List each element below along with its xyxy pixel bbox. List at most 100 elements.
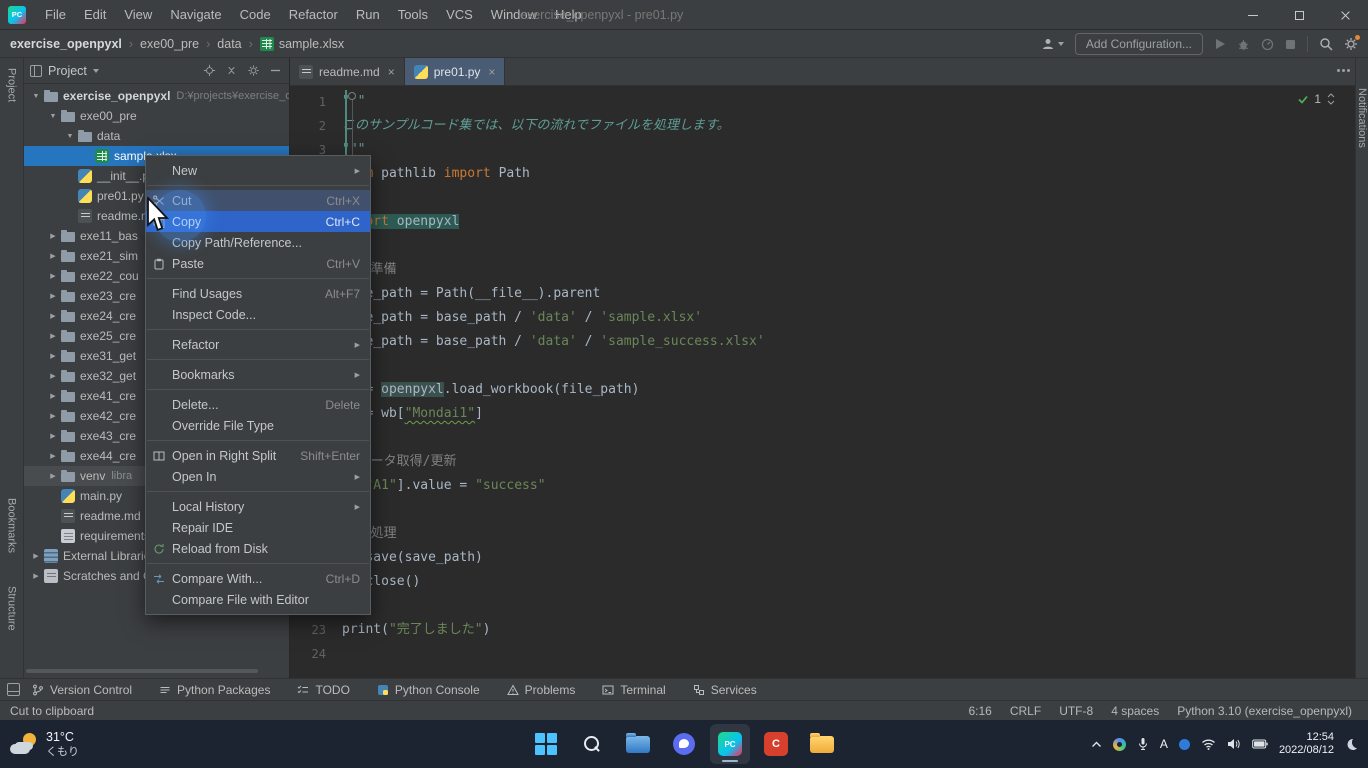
menu-refactor[interactable]: Refactor [280, 0, 347, 30]
debug-button[interactable] [1237, 38, 1250, 51]
ime-indicator[interactable]: A [1160, 737, 1168, 751]
menu-navigate[interactable]: Navigate [161, 0, 230, 30]
breadcrumb-item-exercise-openpyxl[interactable]: exercise_openpyxl [10, 37, 122, 51]
code-line[interactable]: 14ws = wb["Mondai1"] [290, 402, 1343, 426]
menu-tools[interactable]: Tools [389, 0, 437, 30]
taskbar-search-button[interactable] [572, 724, 612, 764]
taskbar-clock[interactable]: 12:54 2022/08/12 [1279, 731, 1334, 758]
code-line[interactable]: 10file_path = base_path / 'data' / 'samp… [290, 306, 1343, 330]
code-line[interactable]: 6import openpyxl [290, 210, 1343, 234]
menu-edit[interactable]: Edit [75, 0, 115, 30]
context-menu-item-compare-with[interactable]: Compare With...Ctrl+D [146, 568, 370, 589]
profiler-button[interactable] [1261, 38, 1274, 51]
menu-view[interactable]: View [115, 0, 161, 30]
code-line[interactable]: 1""" [290, 90, 1343, 114]
taskbar-files-button[interactable] [802, 724, 842, 764]
taskbar-explorer-button[interactable] [618, 724, 658, 764]
panel-settings-button[interactable] [245, 63, 261, 79]
stripe-project-button[interactable]: Project [6, 68, 18, 102]
tab-readme-md[interactable]: readme.md× [290, 58, 405, 85]
volume-icon[interactable] [1227, 738, 1241, 750]
taskbar-pycharm-button[interactable]: PC [710, 724, 750, 764]
menu-run[interactable]: Run [347, 0, 389, 30]
taskbar-chat-button[interactable] [664, 724, 704, 764]
run-configuration-select[interactable]: Add Configuration... [1075, 33, 1203, 55]
toolwindow-services[interactable]: Services [693, 683, 757, 697]
code-line[interactable]: 8# 前準備 [290, 258, 1343, 282]
context-menu-item-new[interactable]: New▶ [146, 160, 370, 181]
chevron-down-icon[interactable] [93, 69, 99, 73]
stop-button[interactable] [1285, 39, 1296, 50]
status-crlf[interactable]: CRLF [1010, 704, 1041, 718]
wifi-icon[interactable] [1201, 738, 1216, 750]
close-button[interactable] [1322, 0, 1368, 30]
code-line[interactable]: 5 [290, 186, 1343, 210]
tree-item-exe00-pre[interactable]: ▼exe00_pre [24, 106, 289, 126]
taskbar-app-c-button[interactable]: C [756, 724, 796, 764]
context-menu-item-open-in-right-split[interactable]: Open in Right SplitShift+Enter [146, 445, 370, 466]
maximize-button[interactable] [1276, 0, 1322, 30]
focus-assist-moon-icon[interactable] [1345, 738, 1358, 751]
code-line[interactable]: 24 [290, 642, 1343, 666]
stripe-notifications-button[interactable]: Notifications [1356, 88, 1368, 148]
weather-widget[interactable]: 31°C くもり [10, 720, 79, 768]
code-line[interactable]: 18 [290, 498, 1343, 522]
tray-expand-button[interactable] [1091, 741, 1102, 748]
inspections-widget[interactable]: 1 [1298, 92, 1335, 106]
code-line[interactable]: 13wb = openpyxl.load_workbook(file_path) [290, 378, 1343, 402]
stripe-structure-button[interactable]: Structure [6, 586, 18, 631]
run-button[interactable] [1214, 38, 1226, 50]
code-line[interactable]: 3""" [290, 138, 1343, 162]
status-python-3-10-exercise-openpyxl[interactable]: Python 3.10 (exercise_openpyxl) [1177, 704, 1352, 718]
context-menu-item-repair-ide[interactable]: Repair IDE [146, 517, 370, 538]
chevron-down-icon[interactable] [1327, 100, 1335, 105]
code-line[interactable]: 9base_path = Path(__file__).parent [290, 282, 1343, 306]
context-menu-item-override-file-type[interactable]: Override File Type [146, 415, 370, 436]
bluetooth-tray-icon[interactable] [1179, 739, 1190, 750]
close-tab-icon[interactable]: × [488, 65, 495, 79]
battery-icon[interactable] [1252, 739, 1268, 749]
close-tab-icon[interactable]: × [388, 65, 395, 79]
context-menu-item-reload-from-disk[interactable]: Reload from Disk [146, 538, 370, 559]
context-menu-item-inspect-code[interactable]: Inspect Code... [146, 304, 370, 325]
microphone-icon[interactable] [1137, 737, 1149, 751]
code-line[interactable]: 4from pathlib import Path [290, 162, 1343, 186]
project-panel-title[interactable]: Project [48, 64, 87, 78]
toolwindow-version-control[interactable]: Version Control [32, 683, 132, 697]
toolwindow-python-console[interactable]: Python Console [377, 683, 480, 697]
code-line[interactable]: 22 [290, 594, 1343, 618]
code-line[interactable]: 15 [290, 426, 1343, 450]
collapse-all-button[interactable] [223, 63, 239, 79]
taskbar-start-button[interactable] [526, 724, 566, 764]
fold-toggle-icon[interactable] [348, 92, 356, 100]
code-line[interactable]: 2このサンプルコード集では、以下の流れでファイルを処理します。 [290, 114, 1343, 138]
minimize-button[interactable] [1230, 0, 1276, 30]
context-menu-item-local-history[interactable]: Local History▶ [146, 496, 370, 517]
locate-file-button[interactable] [201, 63, 217, 79]
settings-button[interactable] [1344, 37, 1358, 51]
tray-app-icon[interactable] [1113, 738, 1126, 751]
toolwindow-problems[interactable]: Problems [507, 683, 576, 697]
code-line[interactable]: 11save_path = base_path / 'data' / 'samp… [290, 330, 1343, 354]
tab-options-icon[interactable] [1342, 69, 1345, 72]
code-line[interactable]: 7 [290, 234, 1343, 258]
toolwindow-switcher-icon[interactable] [7, 683, 20, 696]
context-menu-item-paste[interactable]: PasteCtrl+V [146, 253, 370, 274]
code-line[interactable]: 21wb.close() [290, 570, 1343, 594]
toolwindow-terminal[interactable]: Terminal [602, 683, 665, 697]
user-account-button[interactable] [1041, 37, 1064, 51]
breadcrumb-item-exe00-pre[interactable]: exe00_pre [140, 37, 199, 51]
code-line[interactable]: 19# 後処理 [290, 522, 1343, 546]
code-line[interactable]: 23print("完了しました") [290, 618, 1343, 642]
tree-item-exercise-openpyxl[interactable]: ▼exercise_openpyxlD:¥projects¥exercise_o… [24, 86, 289, 106]
search-everywhere-button[interactable] [1319, 37, 1333, 51]
toolwindow-python-packages[interactable]: Python Packages [159, 683, 270, 697]
stripe-bookmarks-button[interactable]: Bookmarks [6, 498, 18, 553]
code-line[interactable]: 20wb.save(save_path) [290, 546, 1343, 570]
menu-code[interactable]: Code [231, 0, 280, 30]
toolwindow-todo[interactable]: TODO [297, 683, 349, 697]
tab-pre01-py[interactable]: pre01.py× [405, 58, 506, 85]
chevron-up-icon[interactable] [1327, 93, 1335, 98]
hide-panel-button[interactable] [267, 63, 283, 79]
context-menu-item-delete[interactable]: Delete...Delete [146, 394, 370, 415]
